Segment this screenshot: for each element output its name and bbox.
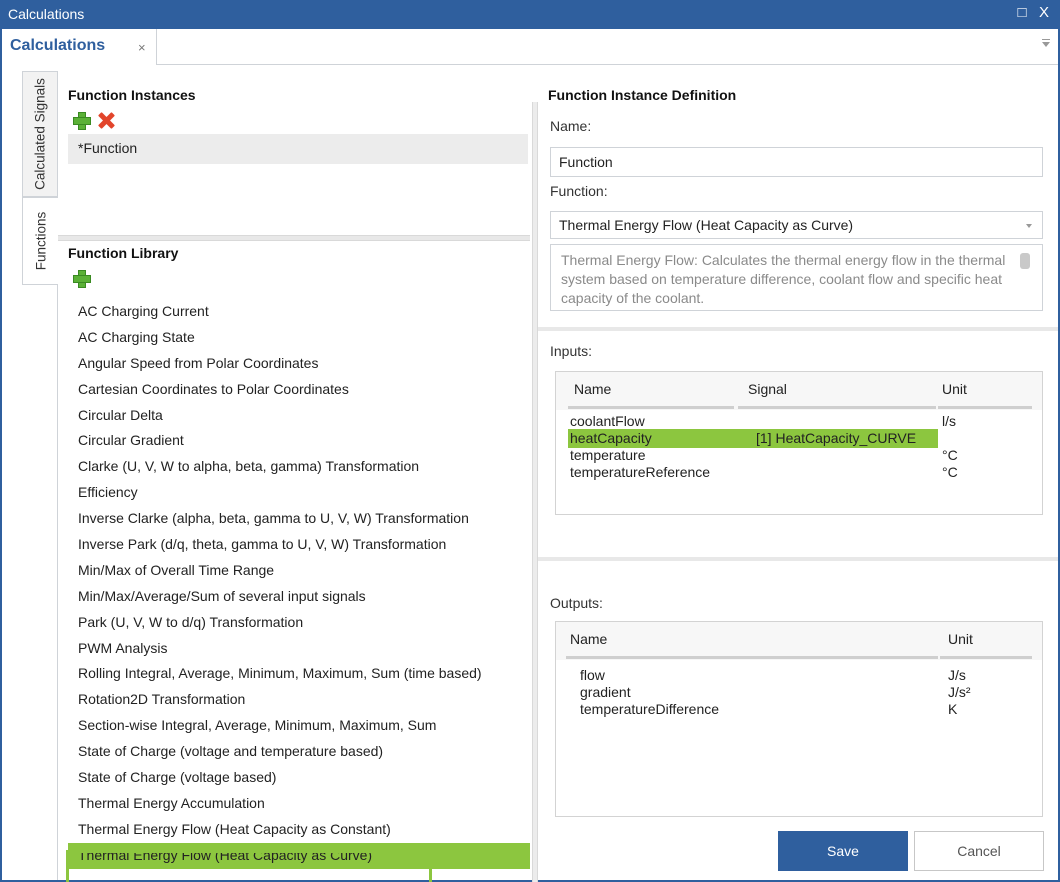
- outputs-cell-name: gradient: [580, 684, 631, 700]
- library-list-item[interactable]: Circular Gradient: [68, 428, 530, 454]
- add-library-function-icon[interactable]: [72, 269, 91, 288]
- tab-calculations[interactable]: Calculations ×: [2, 29, 157, 65]
- side-tab-strip: Calculated Signals Functions: [22, 71, 58, 880]
- tab-calculated-signals-label: Calculated Signals: [32, 78, 48, 190]
- library-list-item[interactable]: Thermal Energy Flow (Heat Capacity as Cu…: [68, 842, 530, 869]
- outputs-label: Outputs:: [550, 595, 603, 611]
- restore-window-button[interactable]: □: [1014, 4, 1030, 21]
- inputs-header-unit: Unit: [942, 381, 967, 397]
- outputs-grid: Name Unit flow J/s gradient J/s² temperature…: [555, 621, 1043, 817]
- name-field[interactable]: Function: [550, 147, 1043, 177]
- inputs-cell-signal: [1] HeatCapacity_CURVE: [756, 430, 917, 446]
- window-title: Calculations: [8, 6, 85, 22]
- outputs-header-unit: Unit: [948, 631, 973, 647]
- library-list-item[interactable]: Cartesian Coordinates to Polar Coordinat…: [68, 377, 530, 403]
- library-list-item[interactable]: Clarke (U, V, W to alpha, beta, gamma) T…: [68, 454, 530, 480]
- function-select[interactable]: Thermal Energy Flow (Heat Capacity as Cu…: [550, 211, 1043, 239]
- function-label: Function:: [550, 183, 608, 199]
- window-controls: □ X: [1014, 4, 1052, 21]
- name-label: Name:: [550, 118, 592, 134]
- function-library-list: AC Charging Current AC Charging State Angu…: [68, 299, 530, 869]
- inputs-splitter[interactable]: [538, 327, 1058, 331]
- tab-functions[interactable]: Functions: [22, 197, 58, 285]
- right-pane: Function Instance Definition Name: Funct…: [538, 71, 1058, 880]
- library-list-item[interactable]: Park (U, V, W to d/q) Transformation: [68, 610, 530, 636]
- inputs-header-divider: [738, 406, 936, 409]
- outputs-cell-unit: J/s: [948, 667, 966, 683]
- tab-close-icon[interactable]: ×: [138, 40, 146, 55]
- inputs-label: Inputs:: [550, 343, 593, 359]
- inputs-cell-unit: °C: [942, 447, 958, 463]
- outputs-cell-name: flow: [580, 667, 605, 683]
- left-pane: Function Instances *Function Function Li…: [58, 71, 530, 880]
- delete-instance-icon[interactable]: [96, 111, 114, 129]
- tab-calculated-signals[interactable]: Calculated Signals: [22, 71, 58, 197]
- library-list-item[interactable]: State of Charge (voltage based): [68, 765, 530, 791]
- function-description-text: Thermal Energy Flow: Calculates the ther…: [561, 252, 1006, 306]
- left-pane-splitter[interactable]: [58, 235, 530, 241]
- function-instances-title: Function Instances: [68, 87, 196, 103]
- library-list-item[interactable]: Angular Speed from Polar Coordinates: [68, 351, 530, 377]
- save-button[interactable]: Save: [778, 831, 908, 871]
- description-scrollbar[interactable]: [1020, 253, 1030, 269]
- main-content: Calculated Signals Functions Function In…: [2, 65, 1058, 882]
- close-window-button[interactable]: X: [1036, 4, 1052, 21]
- inputs-cell-name: coolantFlow: [570, 413, 645, 429]
- inputs-cell-unit: °C: [942, 464, 958, 480]
- library-list-item[interactable]: Min/Max/Average/Sum of several input sig…: [68, 584, 530, 610]
- document-tab-bar: Calculations ×: [2, 29, 1058, 65]
- tab-list-dropdown-icon[interactable]: [1042, 39, 1050, 47]
- outputs-header-divider: [940, 656, 1032, 659]
- outputs-row[interactable]: temperatureDifference K: [556, 700, 1042, 720]
- library-list-item[interactable]: Circular Delta: [68, 403, 530, 429]
- instance-list-item[interactable]: *Function: [68, 134, 528, 164]
- library-list-item[interactable]: State of Charge (voltage and temperature…: [68, 739, 530, 765]
- inputs-header-divider: [938, 406, 1032, 409]
- window-titlebar: Calculations □ X: [0, 0, 1060, 29]
- library-list-item[interactable]: AC Charging Current: [68, 299, 530, 325]
- inputs-row[interactable]: temperatureReference °C: [556, 463, 1042, 483]
- library-list-item[interactable]: Min/Max of Overall Time Range: [68, 558, 530, 584]
- inputs-cell-name: temperature: [570, 447, 646, 463]
- inputs-cell-name: temperatureReference: [570, 464, 711, 480]
- outputs-splitter[interactable]: [538, 557, 1058, 561]
- inputs-cell-unit: l/s: [942, 413, 956, 429]
- inputs-cell-name: heatCapacity: [570, 430, 652, 446]
- outputs-header-divider: [566, 656, 938, 659]
- outputs-cell-unit: J/s²: [948, 684, 971, 700]
- function-select-value: Thermal Energy Flow (Heat Capacity as Cu…: [559, 217, 854, 233]
- window-frame: Calculations × Calculated Signals Functi…: [0, 29, 1060, 882]
- library-list-item[interactable]: AC Charging State: [68, 325, 530, 351]
- outputs-cell-name: temperatureDifference: [580, 701, 720, 717]
- outputs-grid-header: Name Unit: [556, 622, 1042, 660]
- outputs-cell-unit: K: [948, 701, 958, 717]
- cancel-button[interactable]: Cancel: [914, 831, 1044, 871]
- library-list-item[interactable]: Rolling Integral, Average, Minimum, Maxi…: [68, 661, 530, 687]
- inputs-header-divider: [568, 406, 734, 409]
- library-list-item[interactable]: Efficiency: [68, 480, 530, 506]
- library-list-item[interactable]: Inverse Park (d/q, theta, gamma to U, V,…: [68, 532, 530, 558]
- definition-title: Function Instance Definition: [548, 87, 737, 103]
- inputs-grid-header: Name Signal Unit: [556, 372, 1042, 410]
- inputs-header-name: Name: [574, 381, 612, 397]
- library-list-item[interactable]: Inverse Clarke (alpha, beta, gamma to U,…: [68, 506, 530, 532]
- library-list-item[interactable]: Section-wise Integral, Average, Minimum,…: [68, 713, 530, 739]
- inputs-grid: Name Signal Unit coolantFlow l/s heatCapac…: [555, 371, 1043, 515]
- tab-functions-label: Functions: [33, 211, 48, 271]
- function-library-title: Function Library: [68, 245, 179, 261]
- function-description: Thermal Energy Flow: Calculates the ther…: [550, 244, 1043, 311]
- tab-calculations-label: Calculations: [10, 37, 106, 54]
- add-instance-icon[interactable]: [72, 111, 91, 130]
- chevron-down-icon: [1026, 224, 1032, 228]
- library-list-item[interactable]: Thermal Energy Flow (Heat Capacity as Co…: [68, 817, 530, 843]
- library-list-item[interactable]: Rotation2D Transformation: [68, 687, 530, 713]
- library-list-item[interactable]: Thermal Energy Accumulation: [68, 791, 530, 817]
- inputs-header-signal: Signal: [748, 381, 787, 397]
- library-list-item[interactable]: PWM Analysis: [68, 636, 530, 662]
- outputs-header-name: Name: [570, 631, 608, 647]
